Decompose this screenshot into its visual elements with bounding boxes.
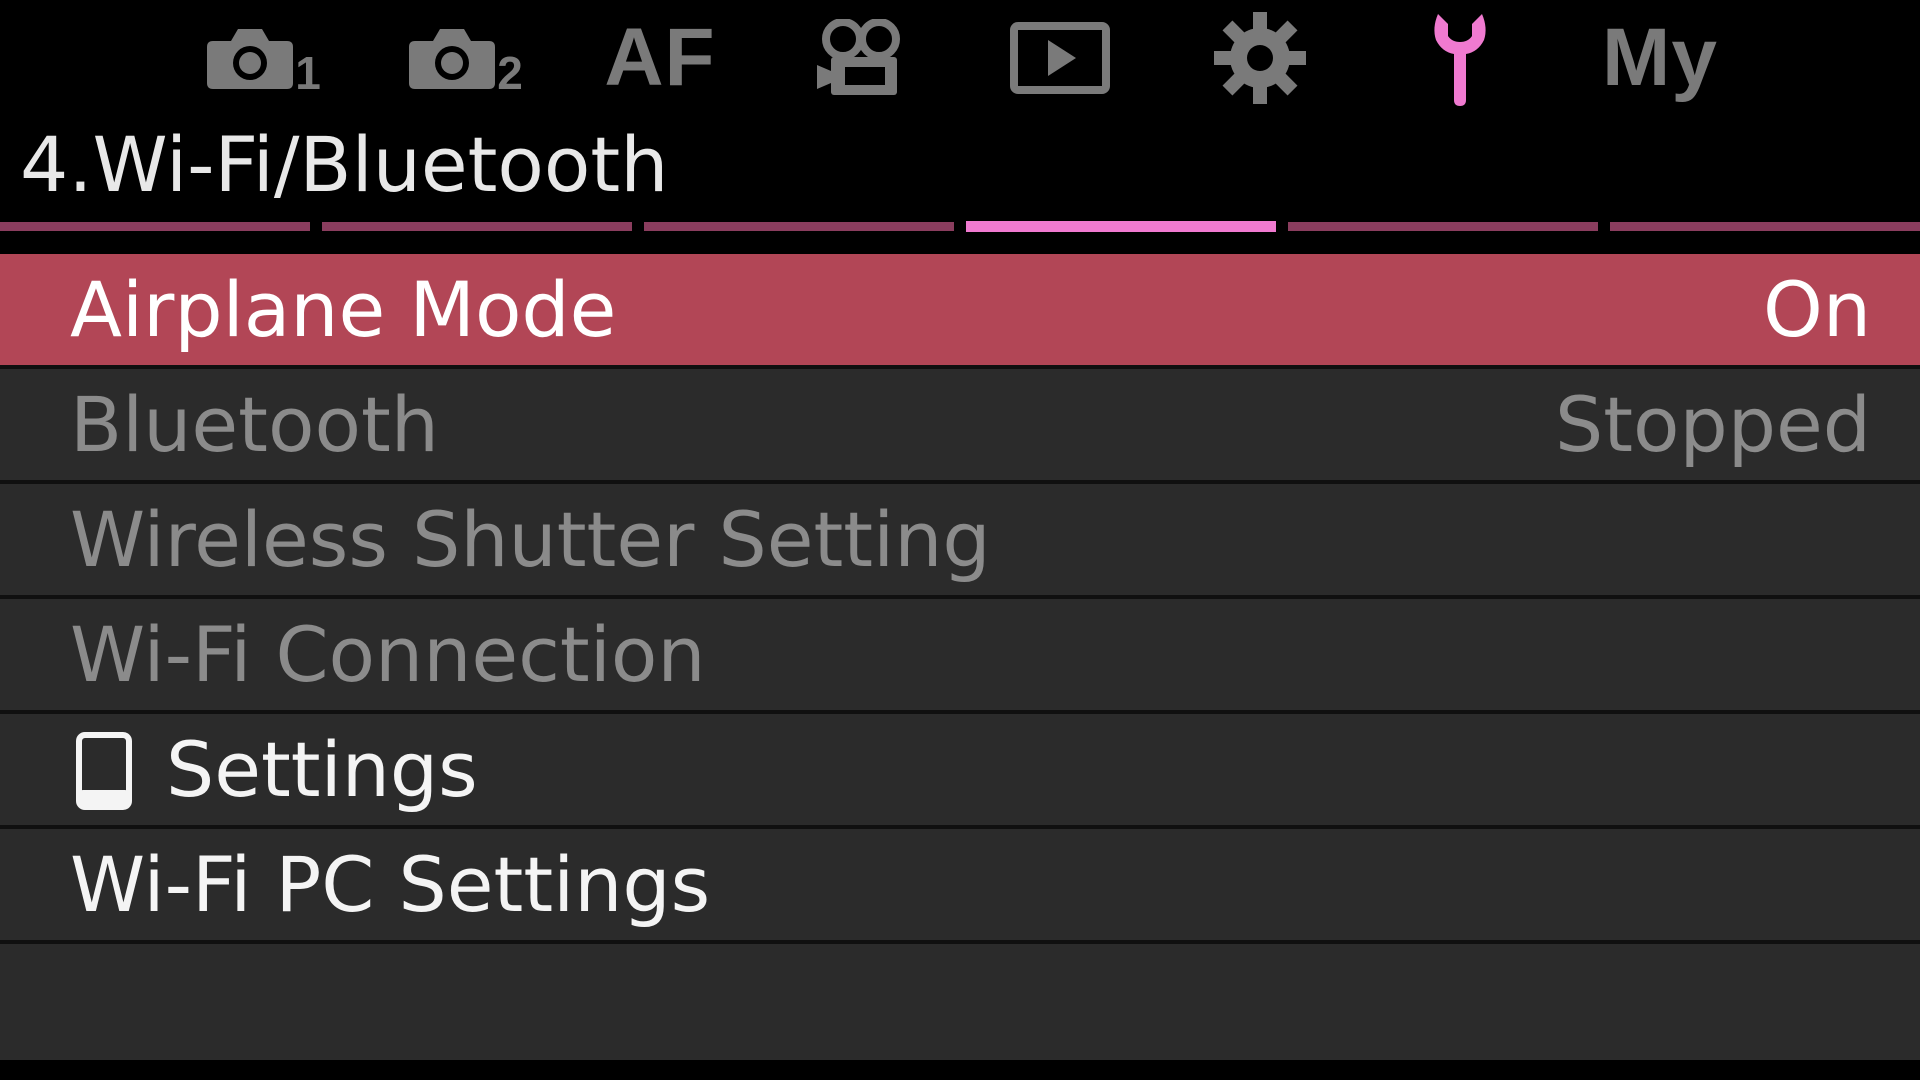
tab-af[interactable]: AF bbox=[600, 0, 720, 116]
menu-item-label: Bluetooth bbox=[70, 380, 439, 469]
wrench-icon bbox=[1432, 10, 1488, 106]
tab-video[interactable] bbox=[800, 0, 930, 116]
page-indicator-segment-2 bbox=[322, 222, 632, 231]
page-indicator-segment-3 bbox=[644, 222, 954, 231]
menu-item-label: Wireless Shutter Setting bbox=[70, 495, 991, 584]
camera-icon bbox=[409, 27, 496, 89]
page-indicator-segment-1 bbox=[0, 222, 310, 231]
menu-item-smartphone-settings[interactable]: Settings bbox=[0, 714, 1920, 829]
menu-item-label: Settings bbox=[166, 725, 478, 814]
tab-my-menu-label: My bbox=[1602, 12, 1718, 103]
menu-item-wifi-pc-settings[interactable]: Wi-Fi PC Settings bbox=[0, 829, 1920, 944]
movie-camera-icon bbox=[817, 19, 913, 97]
menu-item-label: Wi-Fi PC Settings bbox=[70, 840, 711, 929]
menu-tab-bar: 1 2 AF My bbox=[0, 0, 1920, 116]
page-title: 4.Wi-Fi/Bluetooth bbox=[20, 120, 669, 209]
menu-item-label: Wi-Fi Connection bbox=[70, 610, 706, 699]
tab-shooting-1-subscript: 1 bbox=[295, 47, 321, 99]
camera-icon bbox=[207, 27, 294, 89]
smartphone-icon bbox=[76, 732, 132, 810]
menu-item-wireless-shutter-setting[interactable]: Wireless Shutter Setting bbox=[0, 484, 1920, 599]
page-indicator-segment-5 bbox=[1288, 222, 1598, 231]
tab-shooting-1[interactable]: 1 bbox=[196, 0, 332, 116]
tab-custom[interactable] bbox=[1200, 0, 1320, 116]
page-indicator-segment-4 bbox=[966, 221, 1276, 232]
bottom-border bbox=[0, 1060, 1920, 1080]
menu-item-bluetooth[interactable]: Bluetooth Stopped bbox=[0, 369, 1920, 484]
menu-item-wifi-connection[interactable]: Wi-Fi Connection bbox=[0, 599, 1920, 714]
gear-icon bbox=[1212, 10, 1308, 106]
tab-my-menu[interactable]: My bbox=[1590, 0, 1730, 116]
tab-setup[interactable] bbox=[1400, 0, 1520, 116]
tab-shooting-2[interactable]: 2 bbox=[398, 0, 534, 116]
menu-item-value: On bbox=[1763, 265, 1871, 354]
menu-list: Airplane Mode On Bluetooth Stopped Wirel… bbox=[0, 254, 1920, 1060]
menu-item-empty bbox=[0, 944, 1920, 1060]
tab-af-label: AF bbox=[604, 12, 716, 103]
playback-icon bbox=[1010, 22, 1110, 94]
page-indicator bbox=[0, 221, 1920, 233]
tab-playback[interactable] bbox=[1000, 0, 1120, 116]
menu-item-value: Stopped bbox=[1554, 380, 1871, 469]
menu-item-label: Airplane Mode bbox=[70, 265, 617, 354]
page-indicator-segment-6 bbox=[1610, 222, 1920, 231]
tab-shooting-2-subscript: 2 bbox=[497, 47, 523, 99]
menu-item-airplane-mode[interactable]: Airplane Mode On bbox=[0, 254, 1920, 369]
